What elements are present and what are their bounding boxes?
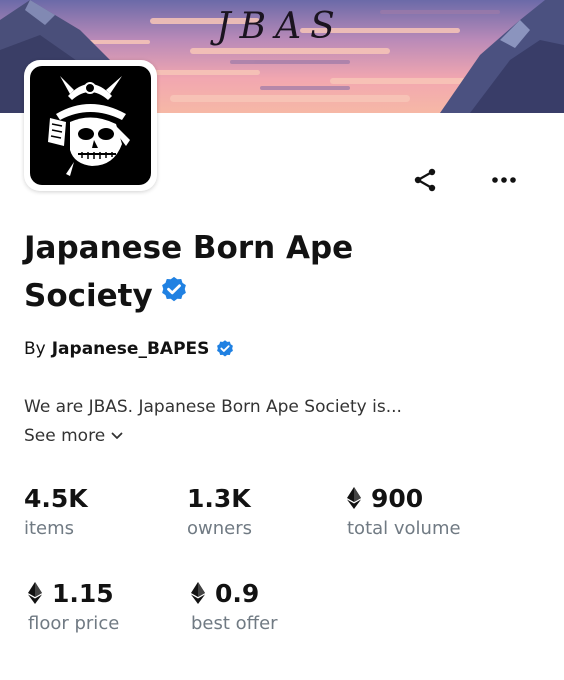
- collection-avatar[interactable]: [24, 60, 157, 191]
- stat-value-text: 4.5K: [24, 483, 88, 513]
- stat-label: best offer: [191, 613, 278, 634]
- creator-name-link[interactable]: Japanese_BAPES: [52, 339, 210, 359]
- stat-best-offer[interactable]: 0.9 best offer: [191, 577, 278, 634]
- creator-prefix: By: [24, 339, 46, 359]
- stat-value-text: 0.9: [215, 578, 260, 608]
- verified-badge-icon: [217, 340, 234, 357]
- stat-value: 0.9: [191, 577, 278, 609]
- creator-line: By Japanese_BAPES: [24, 339, 235, 359]
- share-icon: [414, 168, 436, 192]
- ethereum-icon: [191, 582, 205, 604]
- banner-title: JBAS: [216, 6, 344, 47]
- ethereum-icon: [347, 487, 361, 509]
- see-more-button[interactable]: See more: [24, 426, 123, 446]
- stat-label: owners: [187, 518, 252, 539]
- stat-total-volume[interactable]: 900 total volume: [347, 482, 461, 539]
- collection-title: Japanese Born Ape Society: [24, 224, 444, 322]
- more-options-button[interactable]: [484, 160, 524, 200]
- stat-value: 1.3K: [187, 482, 252, 514]
- see-more-label: See more: [24, 426, 106, 446]
- stat-value-text: 1.3K: [187, 483, 251, 513]
- stat-floor-price[interactable]: 1.15 floor price: [28, 577, 119, 634]
- more-horizontal-icon: [492, 177, 516, 183]
- stat-label: items: [24, 518, 75, 539]
- verified-badge-icon: [159, 271, 189, 319]
- stat-items[interactable]: 4.5K items: [24, 482, 88, 540]
- stat-value-text: 900: [371, 483, 424, 513]
- stat-value-text: 1.15: [52, 578, 114, 608]
- stat-value: 4.5K: [24, 482, 88, 514]
- ethereum-icon: [28, 582, 42, 604]
- stat-owners[interactable]: 1.3K owners: [187, 482, 252, 540]
- stat-label: total volume: [347, 518, 461, 539]
- samurai-ape-skull-logo: [30, 66, 151, 185]
- stat-value: 1.15: [28, 577, 119, 609]
- stat-label: floor price: [28, 613, 120, 634]
- chevron-down-icon: [111, 432, 123, 439]
- share-button[interactable]: [405, 160, 445, 200]
- stat-value: 900: [347, 482, 461, 514]
- collection-description: We are JBAS. Japanese Born Ape Society i…: [24, 397, 402, 417]
